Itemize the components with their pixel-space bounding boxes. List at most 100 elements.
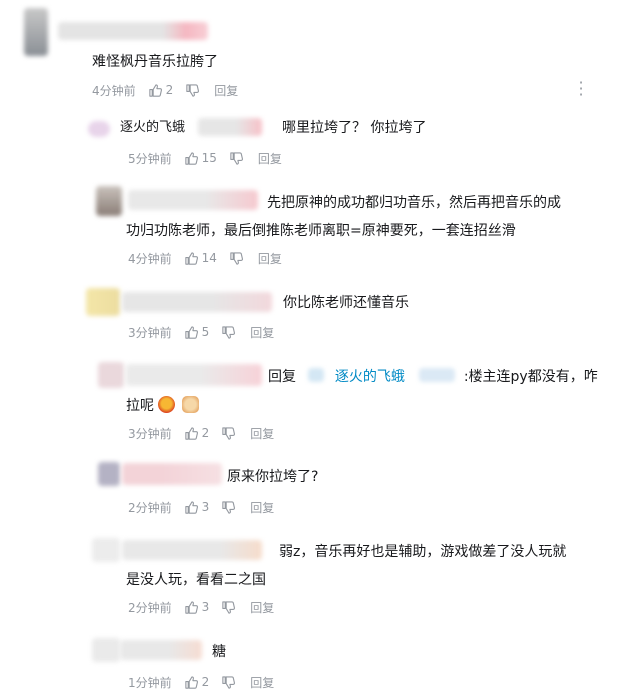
reply-button[interactable]: 回复 [250,324,274,341]
avatar[interactable] [92,538,120,562]
reply-time: 2分钟前 [128,500,172,515]
reply-text-line2: 功归功陈老师，最后倒推陈老师离职=原神要死，一套连招丝滑 [126,223,516,239]
thumbs-down-icon [222,675,236,689]
avatar[interactable] [98,362,124,388]
reply-meta: 4分钟前 14 回复 [128,249,282,267]
reply-meta: 3分钟前 5 回复 [128,323,274,341]
cat-face-icon [181,396,199,413]
like-button[interactable]: 14 [184,251,217,266]
reply-button[interactable]: 回复 [250,499,274,516]
reply-text: 原来你拉垮了? [227,469,319,485]
thumbs-up-icon [184,426,198,440]
thumbs-up-icon [184,600,198,614]
dislike-button[interactable] [185,83,200,98]
thumbs-down-icon [222,600,236,614]
username[interactable] [122,540,262,560]
reply-text: 你比陈老师还懂音乐 [283,295,409,311]
username[interactable] [126,364,262,386]
like-count: 2 [201,675,210,689]
reply-text-line1: 回复 逐火的飞蛾 :楼主连py都没有，咋 [268,363,598,391]
reply-text: 糖 [212,644,226,660]
username-decoration [198,118,262,136]
username[interactable] [122,463,222,485]
reply-button[interactable]: 回复 [258,150,282,167]
reply-meta: 2分钟前 3 回复 [128,598,274,616]
like-count: 14 [201,251,217,265]
avatar[interactable] [88,121,110,137]
username[interactable] [128,190,258,210]
like-count: 2 [201,426,210,440]
thumbs-up-icon [184,151,198,165]
like-count: 3 [201,600,210,614]
reply-text-tail: 拉呢 [126,398,154,414]
reply-time: 2分钟前 [128,600,172,615]
like-button[interactable]: 2 [184,675,210,690]
like-count: 2 [165,83,174,97]
thumbs-down-icon [186,83,200,97]
reply-button[interactable]: 回复 [250,599,274,616]
reply-button[interactable]: 回复 [250,425,274,442]
reply-text: 哪里拉垮了？ 你拉垮了 [282,120,427,136]
thumbs-up-icon [184,251,198,265]
avatar[interactable] [92,638,120,662]
like-button[interactable]: 15 [184,151,217,166]
username[interactable] [120,640,202,660]
like-count: 5 [201,325,210,339]
like-button[interactable]: 5 [184,325,210,340]
thumbs-up-icon [184,325,198,339]
angry-face-icon [158,396,176,413]
dislike-button[interactable] [221,675,236,690]
dislike-button[interactable] [221,426,236,441]
thumbs-up-icon [184,675,198,689]
dislike-button[interactable] [229,151,244,166]
thumbs-down-icon [230,251,243,265]
dislike-button[interactable] [229,251,244,266]
reply-button[interactable]: 回复 [214,82,238,99]
thumbs-down-icon [230,151,243,165]
reply-text-line1: 先把原神的成功都归功音乐，然后再把音乐的成 [267,195,561,211]
comment-time: 4分钟前 [92,83,136,98]
avatar[interactable] [96,186,122,216]
username[interactable] [58,22,208,40]
reply-meta: 3分钟前 2 回复 [128,424,274,442]
like-count: 15 [201,151,217,165]
reply-button[interactable]: 回复 [258,250,282,267]
like-button[interactable]: 3 [184,500,210,515]
thumbs-down-icon [222,325,236,339]
mention-avatar [308,368,325,382]
reply-button[interactable]: 回复 [250,674,274,691]
comment-meta: 4分钟前 2 回复 [92,81,238,99]
avatar[interactable] [86,288,120,316]
more-vertical-icon[interactable]: · · · [577,75,585,103]
like-count: 3 [201,500,210,514]
thumbs-down-icon [222,426,236,440]
reply-username[interactable]: 逐火的飞蛾 [120,114,185,142]
thumbs-up-icon [184,500,198,514]
reply-text-after: :楼主连py都没有，咋 [463,369,598,385]
reply-time: 4分钟前 [128,251,172,266]
thumbs-up-icon [148,83,162,97]
reply-meta: 2分钟前 3 回复 [128,498,274,516]
mention-decoration [419,368,456,382]
reply-text-line1: 弱z，音乐再好也是辅助，游戏做差了没人玩就 [279,544,567,560]
reply-time: 3分钟前 [128,426,172,441]
reply-time: 3分钟前 [128,325,172,340]
thumbs-down-icon [222,500,236,514]
like-button[interactable]: 2 [148,83,174,98]
avatar[interactable] [98,462,120,486]
dislike-button[interactable] [221,600,236,615]
like-button[interactable]: 2 [184,426,210,441]
reply-text-line2: 是没人玩，看看二之国 [126,572,266,588]
like-button[interactable]: 3 [184,600,210,615]
comment-text: 难怪枫丹音乐拉胯了 [92,54,218,70]
reply-meta: 1分钟前 2 回复 [128,673,274,691]
mention-link[interactable]: 逐火的飞蛾 [335,369,405,385]
reply-time: 1分钟前 [128,675,172,690]
dislike-button[interactable] [221,325,236,340]
reply-text-line2: 拉呢 [126,392,201,420]
avatar[interactable] [24,8,48,56]
reply-prefix: 回复 [268,369,296,385]
dislike-button[interactable] [221,500,236,515]
reply-time: 5分钟前 [128,151,172,166]
username[interactable] [122,292,272,312]
